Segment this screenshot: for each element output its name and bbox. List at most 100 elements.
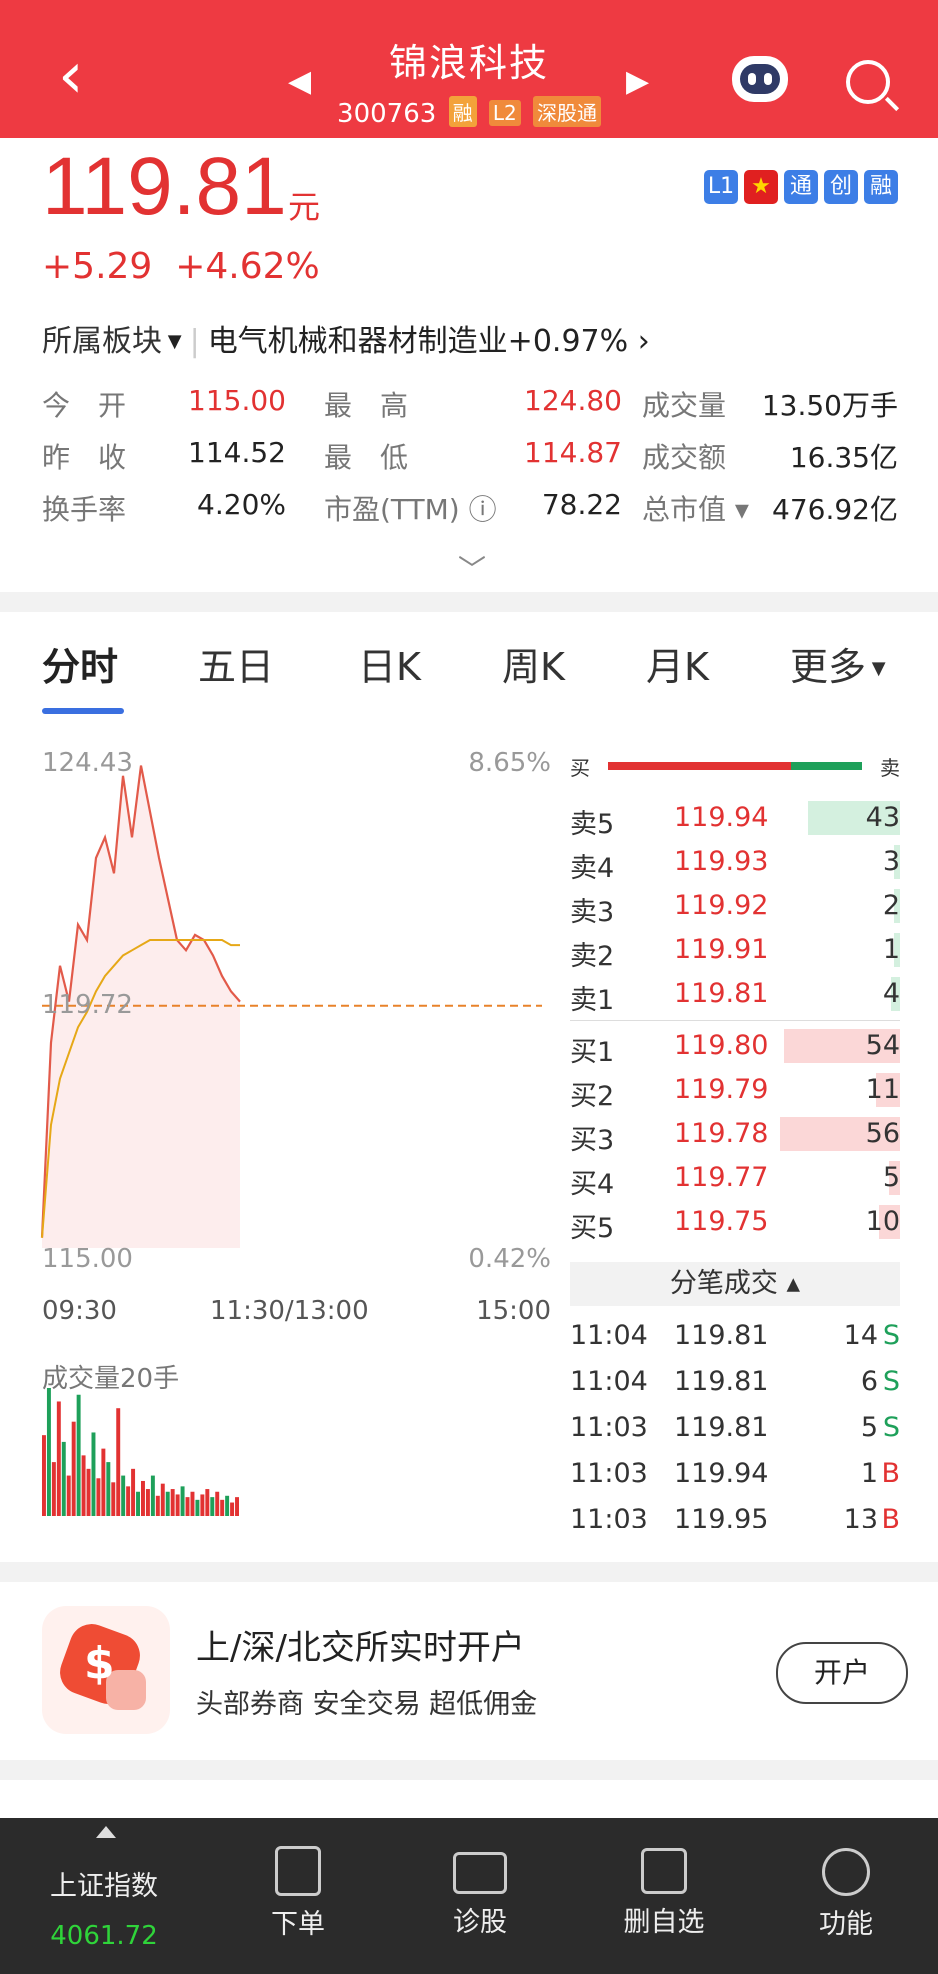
volume-bar	[175, 1494, 180, 1516]
sell-level-row[interactable]: 卖2 119.91 1	[570, 930, 900, 972]
stats-row: 昨 收 114.52 最 低 114.87 成交额 16.35亿	[42, 436, 898, 488]
next-stock-icon[interactable]: ▶	[626, 64, 649, 99]
sell-level-row[interactable]: 卖1 119.81 4	[570, 974, 900, 1016]
nav-place-order[interactable]: 下单	[208, 1818, 388, 1941]
y-axis-bottom-label: 115.00	[42, 1244, 133, 1274]
level2-tag: L2	[488, 100, 521, 126]
buy-level-row[interactable]: 买1 119.80 54	[570, 1026, 900, 1068]
tick-time: 11:03	[570, 1504, 648, 1528]
tick-price: 119.81	[674, 1366, 769, 1397]
tick-side: S	[882, 1366, 900, 1397]
volume-bar	[51, 1462, 56, 1516]
tick-side: S	[882, 1320, 900, 1351]
divider	[0, 592, 938, 612]
tab-five-day[interactable]: 五日	[198, 636, 274, 691]
chart-svg	[40, 765, 542, 1516]
tick-time: 11:04	[570, 1366, 648, 1397]
nav-functions[interactable]: 功能	[756, 1818, 936, 1941]
volume-bar	[116, 1408, 121, 1516]
intraday-chart[interactable]: 124.43 8.65% 119.72 115.00 0.42% 09:30 1…	[40, 748, 551, 1528]
account-open-app-icon[interactable]: $	[42, 1606, 170, 1734]
nav-remove-watchlist[interactable]: 删自选	[574, 1818, 754, 1939]
volume-bar	[126, 1486, 131, 1516]
sector-row[interactable]: 所属板块 ▼ | 电气机械和器材制造业+0.97% ›	[42, 316, 650, 360]
l1-badge[interactable]: L1	[704, 170, 738, 204]
buy-level-row[interactable]: 买3 119.78 56	[570, 1114, 900, 1156]
nav-diagnose[interactable]: 诊股	[390, 1818, 570, 1939]
index-value: 4061.72	[50, 1921, 158, 1951]
stat-label[interactable]: 总市值 ▾	[642, 488, 749, 528]
tick-time: 11:03	[570, 1458, 648, 1489]
buy-level-row[interactable]: 买4 119.77 5	[570, 1158, 900, 1200]
stock-code-row: 300763 融 L2 深股通	[0, 96, 938, 129]
index-name: 上证指数	[50, 1871, 158, 1902]
buy-level-row[interactable]: 买2 119.79 11	[570, 1070, 900, 1112]
stat-value: 124.80	[524, 384, 622, 417]
tab-weekly-k[interactable]: 周K	[502, 636, 565, 691]
sell-ratio-bar	[791, 762, 862, 770]
level-label: 卖1	[570, 985, 615, 1016]
volume-bar	[81, 1455, 86, 1516]
top-header: ‹ ◀ 锦浪科技 300763 融 L2 深股通 ▶	[0, 0, 938, 138]
nav-label: 下单	[271, 1909, 325, 1940]
margin-badge[interactable]: 融	[864, 170, 898, 204]
level-price: 119.93	[674, 846, 769, 877]
volume-bar	[195, 1499, 200, 1516]
tick-list[interactable]: 11:04 119.81 14 S 11:04 119.81 6 S 11:03 119.81 5 S…	[570, 1316, 900, 1528]
ratio-sell-label: 卖	[880, 756, 900, 780]
expand-chevron-icon[interactable]: ﹀	[458, 548, 486, 588]
volume-bar	[136, 1491, 140, 1516]
tab-intraday[interactable]: 分时	[42, 636, 118, 691]
stat-value: 78.22	[541, 488, 622, 521]
tick-price: 119.81	[674, 1412, 769, 1443]
tab-monthly-k[interactable]: 月K	[646, 636, 709, 691]
ad-subtitle: 头部券商 安全交易 超低佣金	[196, 1689, 538, 1720]
volume-bar	[141, 1480, 145, 1516]
volume-bar	[165, 1491, 170, 1516]
tick-price: 119.81	[674, 1320, 769, 1351]
tick-vol: 5	[860, 1412, 878, 1443]
tick-vol: 1	[860, 1458, 878, 1489]
x-axis-label-start: 09:30	[42, 1296, 117, 1326]
level-price: 119.80	[674, 1030, 769, 1061]
tab-more[interactable]: 更多 ▼	[790, 636, 886, 691]
volume-bar	[210, 1497, 215, 1516]
volume-bar	[220, 1499, 225, 1516]
sell-level-row[interactable]: 卖5 119.94 43	[570, 798, 900, 840]
volume-bar	[76, 1394, 81, 1516]
china-flag-icon[interactable]: ★	[744, 170, 778, 204]
level-volume: 11	[865, 1074, 900, 1105]
level-volume: 3	[882, 846, 900, 877]
sector-name[interactable]: 电气机械和器材制造业+0.97%	[208, 324, 628, 359]
robot-assistant-icon[interactable]	[732, 56, 788, 102]
tick-row: 11:03 119.81 5 S	[570, 1408, 900, 1452]
volume-bar	[230, 1502, 235, 1516]
volume-bar	[111, 1482, 116, 1516]
sector-label[interactable]: 所属板块	[42, 324, 162, 359]
tick-trades-header[interactable]: 分笔成交 ▴	[570, 1262, 900, 1306]
level-label: 买3	[570, 1125, 615, 1156]
sell-level-row[interactable]: 卖4 119.93 3	[570, 842, 900, 884]
stat-label: 成交量	[642, 389, 727, 422]
buy-level-row[interactable]: 买5 119.75 10	[570, 1202, 900, 1244]
volume-bar	[160, 1483, 165, 1516]
index-ticker[interactable]: 上证指数 4061.72	[14, 1818, 194, 1951]
chinext-badge[interactable]: 创	[824, 170, 858, 204]
tab-daily-k[interactable]: 日K	[358, 636, 421, 691]
sell-level-row[interactable]: 卖3 119.92 2	[570, 886, 900, 928]
tick-row: 11:04 119.81 6 S	[570, 1362, 900, 1406]
buy-ratio-bar	[608, 762, 791, 770]
volume-bar	[71, 1421, 76, 1516]
search-icon[interactable]	[846, 60, 890, 104]
open-account-button[interactable]: 开户	[776, 1642, 908, 1704]
ad-title[interactable]: 上/深/北交所实时开户	[196, 1620, 525, 1669]
level-price: 119.75	[674, 1206, 769, 1237]
tick-side: B	[881, 1504, 900, 1528]
connect-badge[interactable]: 通	[784, 170, 818, 204]
active-tab-indicator	[42, 708, 124, 714]
tick-vol: 14	[843, 1320, 878, 1351]
stat-label: 最 高	[324, 389, 409, 422]
stock-title: 锦浪科技	[388, 41, 549, 85]
level-price: 119.91	[674, 934, 769, 965]
level-label: 卖4	[570, 853, 615, 884]
